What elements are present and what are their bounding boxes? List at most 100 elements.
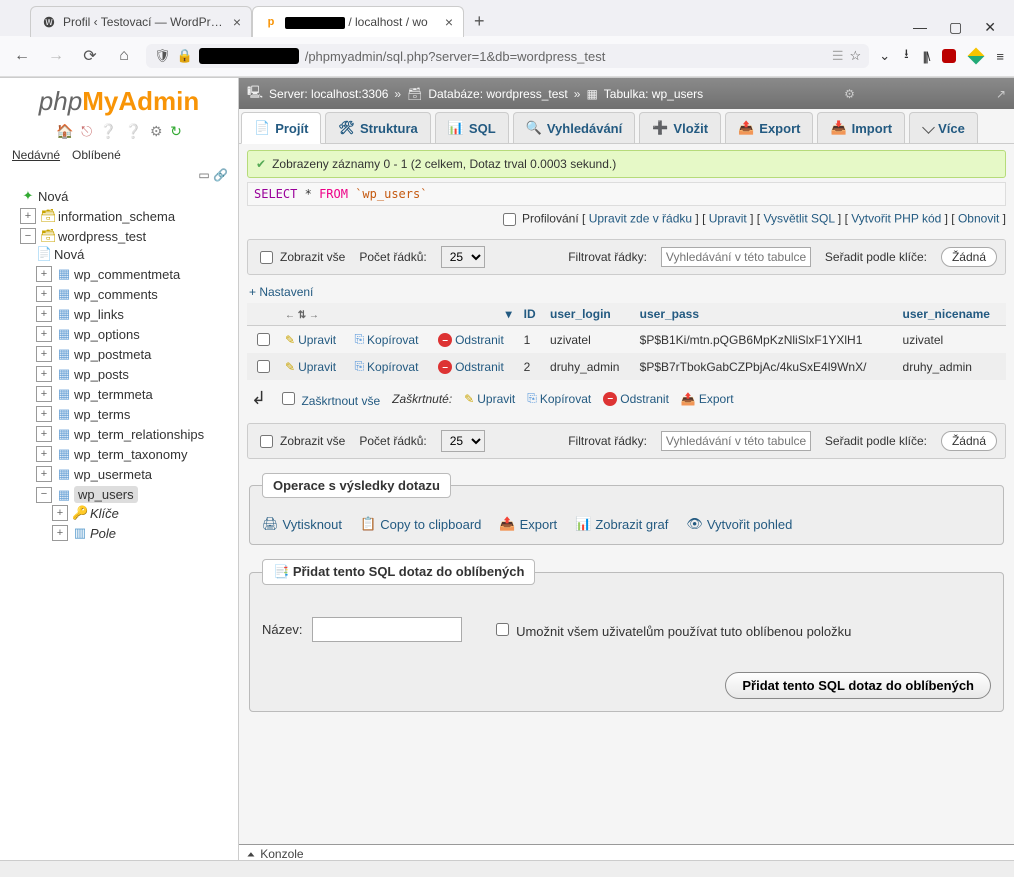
- rowcount-select[interactable]: 25: [441, 430, 485, 452]
- op-clipboard[interactable]: 📋Copy to clipboard: [360, 516, 481, 532]
- op-chart[interactable]: 📊Zobrazit graf: [575, 516, 668, 532]
- expand-icon[interactable]: +: [20, 208, 36, 224]
- profiling-checkbox[interactable]: [503, 213, 516, 226]
- tree-columns[interactable]: +▥Pole: [52, 523, 239, 543]
- tree-table[interactable]: +▦wp_term_relationships: [36, 424, 239, 444]
- expand-icon[interactable]: +: [36, 406, 52, 422]
- col-login[interactable]: user_login: [544, 303, 634, 326]
- sort-arrows-icon[interactable]: ← ⇅ →: [285, 310, 319, 321]
- tree-table[interactable]: +▦wp_commentmeta: [36, 264, 239, 284]
- op-view[interactable]: 👁Vytvořit pohled: [686, 516, 792, 532]
- tree-new-db[interactable]: ✦Nová: [20, 186, 238, 206]
- expand-icon[interactable]: +: [36, 326, 52, 342]
- col-pass[interactable]: user_pass: [634, 303, 897, 326]
- sort-select[interactable]: Žádná: [941, 431, 997, 451]
- collapse-icon[interactable]: −: [36, 487, 52, 503]
- edit-inline-link[interactable]: Upravit zde v řádku: [589, 212, 692, 226]
- breadcrumb-table[interactable]: Tabulka: wp_users: [604, 87, 703, 101]
- exit-icon[interactable]: ↗: [996, 87, 1006, 101]
- row-delete[interactable]: –Odstranit: [438, 333, 504, 347]
- reader-icon[interactable]: ☰: [832, 48, 844, 64]
- collapse-icon[interactable]: ▭: [198, 168, 209, 182]
- tree-table[interactable]: +▦wp_usermeta: [36, 464, 239, 484]
- tree-new-table[interactable]: 📄Nová: [36, 244, 239, 264]
- download-icon[interactable]: ⭳: [904, 45, 909, 67]
- checkall-checkbox[interactable]: [282, 392, 295, 405]
- maximize-button[interactable]: ▢: [949, 19, 962, 36]
- close-window-button[interactable]: ✕: [984, 19, 996, 36]
- expand-icon[interactable]: +: [52, 525, 68, 541]
- home-icon[interactable]: 🏠: [56, 123, 73, 139]
- tree-table-wp-users[interactable]: −▦wp_users +🔑Klíče +▥Pole: [36, 484, 239, 545]
- tab-more[interactable]: Více: [909, 112, 978, 143]
- expand-icon[interactable]: +: [36, 346, 52, 362]
- tree-table[interactable]: +▦wp_comments: [36, 284, 239, 304]
- horizontal-scrollbar[interactable]: [0, 860, 1014, 877]
- chevron-down-icon[interactable]: ▾: [506, 307, 512, 321]
- link-icon[interactable]: 🔗: [213, 168, 228, 182]
- row-delete[interactable]: –Odstranit: [438, 360, 504, 374]
- tree-table[interactable]: +▦wp_terms: [36, 404, 239, 424]
- tree-table[interactable]: +▦wp_term_taxonomy: [36, 444, 239, 464]
- expand-icon[interactable]: +: [36, 446, 52, 462]
- tree-table[interactable]: +▦wp_options: [36, 324, 239, 344]
- allow-all-checkbox[interactable]: [496, 623, 509, 636]
- tab-browse[interactable]: 📄Projít: [241, 112, 321, 144]
- expand-icon[interactable]: +: [36, 306, 52, 322]
- op-export[interactable]: 📤Export: [499, 516, 557, 532]
- row-copy[interactable]: ⎘Kopírovat: [354, 359, 418, 374]
- row-copy[interactable]: ⎘Kopírovat: [354, 332, 418, 347]
- browser-tab-phpmyadmin[interactable]: p / localhost / wo ×: [252, 6, 464, 37]
- showall-label[interactable]: Zobrazit vše: [256, 432, 345, 451]
- expand-icon[interactable]: +: [36, 286, 52, 302]
- expand-icon[interactable]: +: [36, 386, 52, 402]
- tree-keys[interactable]: +🔑Klíče: [52, 503, 239, 523]
- tab-favourites[interactable]: Oblíbené: [68, 146, 125, 164]
- row-checkbox[interactable]: [257, 333, 270, 346]
- bookmark-icon[interactable]: ☆: [850, 48, 862, 64]
- showall-checkbox[interactable]: [260, 251, 273, 264]
- back-button[interactable]: ←: [10, 47, 34, 65]
- allow-all-label[interactable]: Umožnit všem uživatelům používat tuto ob…: [492, 620, 851, 639]
- explain-link[interactable]: Vysvětlit SQL: [763, 212, 834, 226]
- forward-button[interactable]: →: [44, 47, 68, 65]
- bulk-delete[interactable]: –Odstranit: [603, 392, 669, 406]
- checkall-label[interactable]: Zaškrtnout vše: [278, 389, 380, 408]
- op-print[interactable]: 🖨Vytisknout: [262, 516, 342, 532]
- help-icon[interactable]: ❔: [125, 123, 142, 139]
- row-edit[interactable]: ✎Upravit: [285, 360, 336, 374]
- gear-icon[interactable]: ⚙: [844, 87, 855, 101]
- tab-sql[interactable]: 📊SQL: [435, 112, 509, 143]
- reload-icon[interactable]: ↻: [170, 123, 182, 139]
- docs-icon[interactable]: ❔: [100, 123, 117, 139]
- library-icon[interactable]: |||\: [923, 49, 929, 64]
- filter-input[interactable]: [661, 247, 811, 267]
- refresh-link[interactable]: Obnovit: [958, 212, 999, 226]
- tree-table[interactable]: +▦wp_links: [36, 304, 239, 324]
- logout-icon[interactable]: ⎋: [81, 123, 92, 139]
- row-edit[interactable]: ✎Upravit: [285, 333, 336, 347]
- bookmark-submit-button[interactable]: Přidat tento SQL dotaz do oblíbených: [725, 672, 991, 699]
- gear-icon[interactable]: ⚙: [150, 123, 163, 139]
- tree-table[interactable]: +▦wp_postmeta: [36, 344, 239, 364]
- expand-icon[interactable]: +: [36, 426, 52, 442]
- rowcount-select[interactable]: 25: [441, 246, 485, 268]
- col-nicename[interactable]: user_nicename: [897, 303, 1006, 326]
- tab-structure[interactable]: 🛠Struktura: [325, 112, 430, 143]
- sort-select[interactable]: Žádná: [941, 247, 997, 267]
- showall-checkbox[interactable]: [260, 435, 273, 448]
- phpmyadmin-logo[interactable]: phpMyAdmin: [0, 78, 238, 121]
- row-checkbox[interactable]: [257, 360, 270, 373]
- tab-export[interactable]: 📤Export: [725, 112, 813, 143]
- close-icon[interactable]: ×: [445, 14, 453, 30]
- tab-recent[interactable]: Nedávné: [8, 146, 64, 164]
- tab-import[interactable]: 📥Import: [817, 112, 905, 143]
- expand-icon[interactable]: +: [36, 366, 52, 382]
- minimize-button[interactable]: —: [913, 19, 927, 36]
- pocket-icon[interactable]: ⌄: [879, 48, 890, 64]
- showall-label[interactable]: Zobrazit vše: [256, 248, 345, 267]
- filter-input[interactable]: [661, 431, 811, 451]
- bulk-edit[interactable]: ✎Upravit: [464, 392, 515, 406]
- extension-icon[interactable]: [968, 48, 985, 65]
- bulk-export[interactable]: 📤Export: [681, 392, 734, 406]
